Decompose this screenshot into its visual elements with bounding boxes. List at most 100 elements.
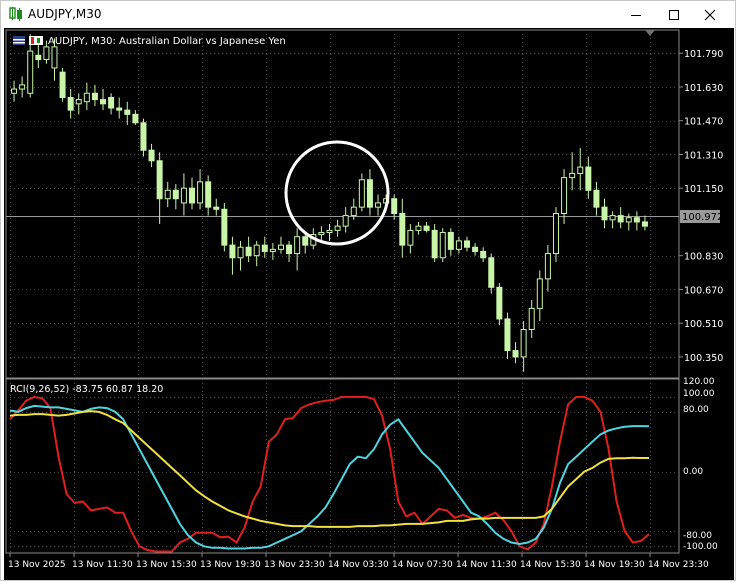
current-price-value: 100.972 bbox=[682, 212, 723, 223]
candle-body-up bbox=[561, 177, 568, 214]
candle-body-down bbox=[245, 246, 252, 257]
chart-canvas[interactable]: AUDJPY, M30: Australian Dollar vs Japane… bbox=[4, 28, 734, 580]
candle-body-down bbox=[59, 71, 66, 98]
candle bbox=[83, 82, 90, 111]
candle-body-down bbox=[132, 113, 139, 124]
candle-body-up bbox=[164, 189, 171, 200]
candle-body-down bbox=[641, 221, 648, 227]
price-tick-label: 100.830 bbox=[684, 252, 723, 263]
candle-body-up bbox=[277, 244, 284, 250]
candle bbox=[164, 181, 171, 208]
candle-body-down bbox=[480, 250, 487, 259]
candle-body-down bbox=[366, 179, 373, 208]
candle-body-down bbox=[148, 149, 155, 162]
time-tick-label: 14 Nov 07:30 bbox=[392, 560, 453, 570]
price-axis: 101.790 101.630 101.470 101.310 101.150 100.8… bbox=[679, 49, 723, 364]
candle bbox=[464, 236, 471, 252]
candle-body-up bbox=[269, 248, 276, 252]
candle bbox=[19, 76, 26, 98]
candle-body-up bbox=[536, 278, 543, 309]
candle bbox=[91, 84, 98, 106]
candle-body-down bbox=[261, 244, 268, 252]
candle-body-up bbox=[180, 187, 187, 204]
candle bbox=[269, 243, 276, 260]
candle-body-up bbox=[334, 225, 341, 231]
candle-body-down bbox=[302, 236, 309, 246]
price-tick-label: 101.310 bbox=[684, 150, 723, 161]
candle bbox=[504, 312, 511, 360]
close-button[interactable] bbox=[693, 1, 727, 28]
candle-body-up bbox=[358, 179, 365, 208]
chart-shift-marker-icon bbox=[645, 30, 655, 36]
candle bbox=[237, 240, 244, 271]
chart-area[interactable]: AUDJPY, M30: Australian Dollar vs Japane… bbox=[4, 28, 734, 580]
candle bbox=[197, 169, 204, 210]
candle-body-down bbox=[585, 166, 592, 191]
time-tick-label: 14 Nov 11:30 bbox=[456, 560, 517, 570]
rci-line bbox=[9, 395, 650, 553]
candle bbox=[496, 283, 503, 326]
candle-body-down bbox=[512, 350, 519, 358]
price-tick-label: 101.150 bbox=[684, 184, 723, 195]
time-tick-label: 14 Nov 23:30 bbox=[648, 560, 709, 570]
candle bbox=[253, 240, 260, 267]
candle bbox=[617, 207, 624, 229]
candle-body-up bbox=[51, 46, 58, 69]
indicator-axis: 120.00 100.00 80.00 0.00 -80.00-100.00 bbox=[683, 377, 718, 552]
candle-body-up bbox=[544, 253, 551, 280]
candle bbox=[488, 253, 495, 294]
candle-body-up bbox=[11, 88, 18, 94]
price-tick-label: 101.790 bbox=[684, 49, 723, 60]
candle bbox=[132, 110, 139, 125]
candle bbox=[561, 169, 568, 225]
candle bbox=[67, 89, 74, 119]
candle bbox=[221, 202, 228, 252]
candle-body-up bbox=[27, 50, 34, 94]
candle bbox=[358, 173, 365, 212]
candle bbox=[439, 228, 446, 262]
candlestick-series bbox=[11, 34, 648, 372]
price-panel-frame bbox=[5, 29, 680, 379]
indicator-tick-label: 100.00 bbox=[683, 389, 715, 399]
candle bbox=[205, 175, 212, 216]
candle bbox=[375, 194, 382, 216]
candle-body-down bbox=[423, 225, 430, 231]
symbol-flag-icon bbox=[13, 36, 25, 45]
candle-body-down bbox=[399, 212, 406, 246]
candle bbox=[528, 299, 535, 338]
candle-body-down bbox=[601, 206, 608, 221]
price-tick-label: 101.470 bbox=[684, 117, 723, 128]
candle bbox=[35, 42, 42, 68]
candle-body-up bbox=[294, 236, 301, 255]
candle-body-up bbox=[528, 307, 535, 330]
candle bbox=[512, 342, 519, 364]
maximize-button[interactable] bbox=[657, 1, 691, 28]
candle bbox=[245, 236, 252, 262]
candle-body-up bbox=[197, 181, 204, 204]
candle bbox=[593, 181, 600, 216]
minimize-button[interactable] bbox=[619, 1, 653, 28]
indicator-tick-label: -80.00 bbox=[683, 531, 712, 541]
time-tick-label: 13 Nov 11:30 bbox=[72, 560, 133, 570]
candle-body-down bbox=[100, 99, 107, 105]
candlestick-chart-icon bbox=[9, 7, 22, 21]
window-titlebar[interactable]: AUDJPY,M30 bbox=[1, 1, 735, 28]
rci-line bbox=[9, 410, 649, 528]
candle bbox=[431, 224, 438, 262]
close-icon bbox=[704, 9, 716, 20]
candle bbox=[75, 93, 82, 115]
candle-body-up bbox=[625, 217, 632, 223]
candle-body-down bbox=[172, 189, 179, 200]
time-tick-label: 13 Nov 2025 bbox=[8, 560, 66, 570]
chart-symbol-label: AUDJPY, M30: Australian Dollar vs Japane… bbox=[48, 36, 286, 47]
chart-type-icon bbox=[29, 36, 43, 45]
time-tick-label: 14 Nov 03:30 bbox=[328, 560, 389, 570]
candle-body-up bbox=[318, 231, 325, 236]
time-tick-label: 13 Nov 19:30 bbox=[200, 560, 261, 570]
candle bbox=[480, 247, 487, 262]
candle-body-down bbox=[140, 122, 147, 151]
indicator-tick-label: 80.00 bbox=[683, 405, 709, 415]
candle-body-up bbox=[439, 231, 446, 259]
candle-body-down bbox=[229, 244, 236, 259]
candle-body-up bbox=[43, 46, 50, 61]
